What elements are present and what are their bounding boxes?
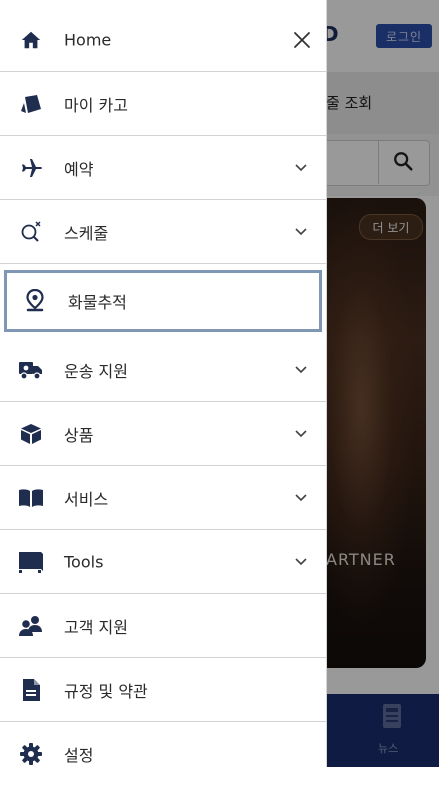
menu-item-label: 운송 지원 (64, 361, 128, 381)
menu-item-label: 규정 및 약관 (64, 681, 148, 701)
menu-item-tools[interactable]: Tools (0, 530, 326, 594)
menu-item-label: 상품 (64, 425, 94, 445)
truck-icon (18, 357, 44, 383)
menu-item-label: Home (64, 30, 112, 49)
menu-item-terms[interactable]: 규정 및 약관 (0, 658, 326, 722)
chevron-down-icon[interactable] (294, 363, 308, 377)
menu-item-label: 스케줄 (64, 223, 109, 243)
menu-item-label: 예약 (64, 159, 94, 179)
menu-item-label: Tools (64, 552, 104, 571)
location-pin-icon (22, 288, 48, 314)
chevron-down-icon[interactable] (294, 225, 308, 239)
close-icon[interactable] (290, 28, 314, 52)
menu-item-label: 화물추적 (68, 293, 127, 312)
menu-item-settings[interactable]: 설정 (0, 722, 326, 786)
schedule-search-icon (18, 219, 44, 245)
menu-item-booking[interactable]: 예약 (0, 136, 326, 200)
menu-item-cargo-tracking[interactable]: 화물추적 (4, 270, 322, 332)
menu-item-customer-support[interactable]: 고객 지원 (0, 594, 326, 658)
book-icon (18, 485, 44, 511)
home-icon (18, 27, 44, 53)
menu-item-home[interactable]: Home (0, 8, 326, 72)
menu-item-label: 설정 (64, 746, 94, 765)
chevron-down-icon[interactable] (294, 427, 308, 441)
tools-icon (18, 549, 44, 575)
chevron-down-icon[interactable] (294, 555, 308, 569)
navigation-drawer: Home 마이 카고 예약 스케줄 화물추적 운송 지원 상품 서비스 Tool… (0, 0, 327, 767)
menu-item-label: 서비스 (64, 489, 109, 509)
menu-item-label: 고객 지원 (64, 617, 128, 637)
gear-icon (18, 741, 44, 767)
package-icon (18, 421, 44, 447)
airplane-icon (18, 155, 44, 181)
chevron-down-icon[interactable] (294, 491, 308, 505)
menu-item-my-cargo[interactable]: 마이 카고 (0, 72, 326, 136)
menu-item-label: 마이 카고 (64, 95, 128, 115)
menu-item-transport-support[interactable]: 운송 지원 (0, 338, 326, 402)
menu-item-products[interactable]: 상품 (0, 402, 326, 466)
menu-item-services[interactable]: 서비스 (0, 466, 326, 530)
document-icon (18, 677, 44, 703)
cargo-box-icon (18, 91, 44, 117)
menu-item-schedule[interactable]: 스케줄 (0, 200, 326, 264)
users-icon (18, 613, 44, 639)
chevron-down-icon[interactable] (294, 161, 308, 175)
